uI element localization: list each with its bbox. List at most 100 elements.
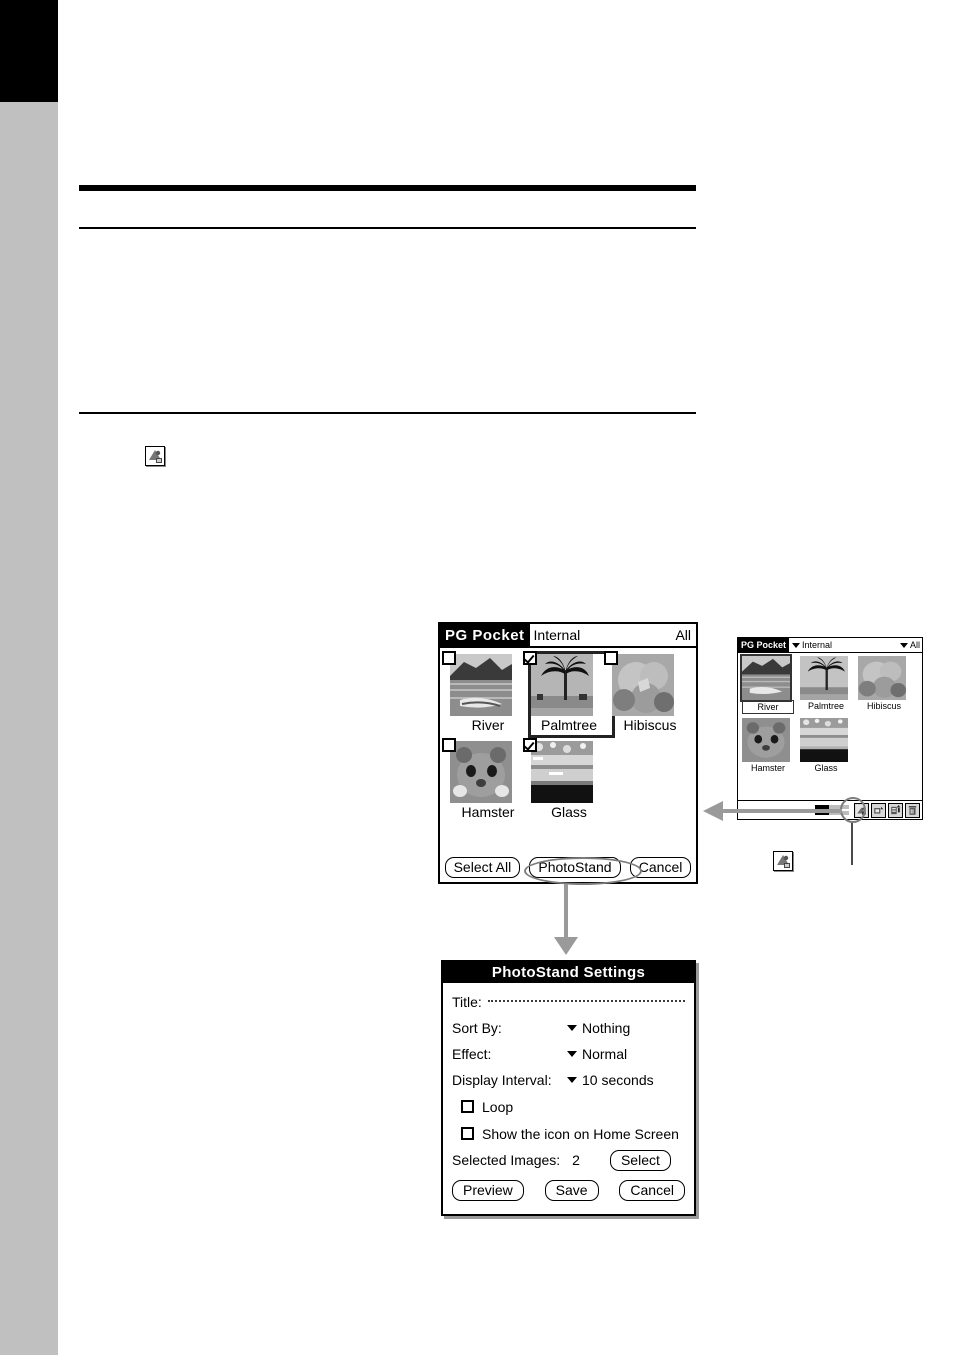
thumbnail-label-hamster: Hamster bbox=[461, 804, 515, 820]
thumbnail-row: Hamster Glass bbox=[442, 738, 696, 822]
dialog-button-row: Preview Save Cancel bbox=[452, 1180, 685, 1201]
thumbnail-checkbox-hibiscus[interactable] bbox=[604, 651, 618, 665]
category-internal-label[interactable]: Internal bbox=[530, 624, 676, 646]
home-icon-checkbox[interactable] bbox=[461, 1127, 474, 1140]
thumbnail-item-hibiscus[interactable]: Hibiscus bbox=[858, 656, 916, 714]
home-icon-checkbox-row[interactable]: Show the icon on Home Screen bbox=[452, 1120, 685, 1147]
thumbnail-checkbox-hamster[interactable] bbox=[442, 738, 456, 752]
thumbnail-empty-slot bbox=[612, 741, 693, 822]
display-interval-value: 10 seconds bbox=[582, 1072, 654, 1088]
thumbnail-image-glass[interactable] bbox=[800, 718, 848, 762]
hibiscus-photo bbox=[858, 656, 906, 700]
thumbnail-row: River Palmtree Hibiscus bbox=[740, 654, 922, 714]
thumbnail-label-palmtree: Palmtree bbox=[807, 701, 844, 711]
thumbnail-image-river[interactable] bbox=[442, 651, 512, 716]
chevron-down-icon bbox=[567, 1051, 577, 1057]
thumbnail-item-river[interactable]: River bbox=[442, 651, 531, 735]
pg-pocket-main-screen: PG Pocket Internal All River Palmtree Hi… bbox=[737, 637, 923, 820]
header-rule-thick bbox=[79, 185, 696, 191]
thumbnail-label-glass: Glass bbox=[551, 804, 587, 820]
thumbnail-label-river: River bbox=[471, 717, 505, 733]
thumbnail-item-glass[interactable]: Glass bbox=[523, 738, 612, 822]
effect-value: Normal bbox=[582, 1046, 628, 1062]
flow-arrow-left-head bbox=[703, 801, 723, 821]
app-title: PG Pocket bbox=[440, 624, 530, 646]
cancel-button[interactable]: Cancel bbox=[619, 1180, 685, 1201]
section-rule bbox=[79, 412, 696, 414]
thumbnail-checkbox-river[interactable] bbox=[442, 651, 456, 665]
loop-checkbox-row[interactable]: Loop bbox=[452, 1093, 685, 1120]
category-all-label[interactable]: All bbox=[675, 624, 696, 646]
effect-row: Effect: Normal bbox=[452, 1041, 685, 1067]
flow-arrow-down-shaft bbox=[564, 884, 568, 942]
loop-checkbox[interactable] bbox=[461, 1100, 474, 1113]
thumbnail-item-hamster[interactable]: Hamster bbox=[442, 738, 531, 822]
save-button[interactable]: Save bbox=[544, 1180, 599, 1201]
select-all-button[interactable]: Select All bbox=[444, 857, 521, 878]
photostand-icon bbox=[773, 851, 793, 871]
palmtree-photo bbox=[800, 656, 848, 700]
category-internal-label: Internal bbox=[802, 640, 833, 650]
thumbnail-grid: River Palmtree Hibiscus Hamster Glass bbox=[738, 653, 922, 774]
beam-icon[interactable] bbox=[871, 802, 886, 818]
thumbnail-image-river[interactable] bbox=[740, 654, 792, 702]
thumbnail-image-hamster[interactable] bbox=[742, 718, 790, 762]
hibiscus-photo bbox=[612, 654, 674, 716]
effect-dropdown[interactable]: Normal bbox=[567, 1046, 685, 1062]
thumbnail-label-river: River bbox=[742, 700, 794, 714]
flow-arrow-left-shaft bbox=[722, 809, 842, 813]
river-photo bbox=[450, 654, 512, 716]
select-images-button[interactable]: Select bbox=[609, 1149, 671, 1171]
thumbnail-item-hamster[interactable]: Hamster bbox=[742, 718, 800, 774]
thumbnail-item-glass[interactable]: Glass bbox=[800, 718, 858, 774]
chevron-down-icon bbox=[792, 642, 801, 648]
thumbnail-item-river[interactable]: River bbox=[740, 654, 800, 714]
thumbnail-empty-slot bbox=[858, 718, 916, 774]
category-all-dropdown[interactable]: All bbox=[899, 638, 922, 652]
thumbnail-image-glass[interactable] bbox=[523, 738, 593, 803]
thumbnail-checkbox-palmtree[interactable] bbox=[523, 651, 537, 665]
hamster-photo bbox=[742, 718, 790, 762]
thumbnail-item-palmtree[interactable]: Palmtree bbox=[523, 651, 615, 738]
dialog-title: PhotoStand Settings bbox=[443, 962, 694, 983]
header-rule-thin bbox=[79, 227, 696, 229]
export-icon[interactable] bbox=[888, 802, 903, 818]
photostand-button[interactable]: PhotoStand bbox=[529, 857, 621, 878]
cancel-button[interactable]: Cancel bbox=[629, 857, 692, 878]
thumbnail-image-hamster[interactable] bbox=[442, 738, 512, 803]
pg-pocket-select-screen: PG Pocket Internal All River Palmtree Hi… bbox=[438, 622, 698, 884]
display-interval-row: Display Interval: 10 seconds bbox=[452, 1067, 685, 1093]
thumbnail-image-palmtree[interactable] bbox=[800, 656, 848, 700]
display-interval-dropdown[interactable]: 10 seconds bbox=[567, 1072, 685, 1088]
sort-by-dropdown[interactable]: Nothing bbox=[567, 1020, 685, 1036]
palmtree-photo bbox=[531, 654, 593, 716]
hamster-photo bbox=[450, 741, 512, 803]
glass-photo bbox=[531, 741, 593, 803]
thumbnail-row: River Palmtree Hibiscus bbox=[442, 651, 696, 738]
thumbnail-image-hibiscus[interactable] bbox=[858, 656, 906, 700]
thumbnail-grid: River Palmtree Hibiscus Hamster Glass bbox=[440, 648, 696, 822]
title-field-label: Title: bbox=[452, 994, 482, 1010]
sort-by-row: Sort By: Nothing bbox=[452, 1015, 685, 1041]
thumbnail-item-hibiscus[interactable]: Hibiscus bbox=[604, 651, 693, 735]
thumbnail-checkbox-glass[interactable] bbox=[523, 738, 537, 752]
title-field-row: Title: bbox=[452, 989, 685, 1015]
thumbnail-image-hibiscus[interactable] bbox=[604, 651, 674, 716]
thumbnail-label-palmtree: Palmtree bbox=[531, 716, 607, 735]
title-bar: PG Pocket Internal All bbox=[738, 638, 922, 653]
selected-images-label: Selected Images: bbox=[452, 1152, 561, 1168]
category-internal-dropdown[interactable]: Internal bbox=[789, 638, 900, 652]
thumbnail-image-palmtree[interactable] bbox=[523, 651, 593, 716]
river-photo bbox=[742, 656, 790, 700]
preview-button[interactable]: Preview bbox=[452, 1180, 524, 1201]
title-input[interactable] bbox=[487, 999, 685, 1002]
flow-arrow-down-head bbox=[554, 937, 578, 955]
selected-images-row: Selected Images: 2 Select bbox=[452, 1147, 685, 1173]
sort-by-value: Nothing bbox=[582, 1020, 631, 1036]
thumbnail-item-palmtree[interactable]: Palmtree bbox=[800, 656, 858, 714]
photostand-toolbar-icon[interactable] bbox=[854, 802, 869, 818]
display-interval-label: Display Interval: bbox=[452, 1072, 552, 1088]
callout-leader-line bbox=[851, 823, 853, 865]
page-side-band bbox=[0, 102, 58, 1355]
trash-icon[interactable] bbox=[905, 802, 920, 818]
